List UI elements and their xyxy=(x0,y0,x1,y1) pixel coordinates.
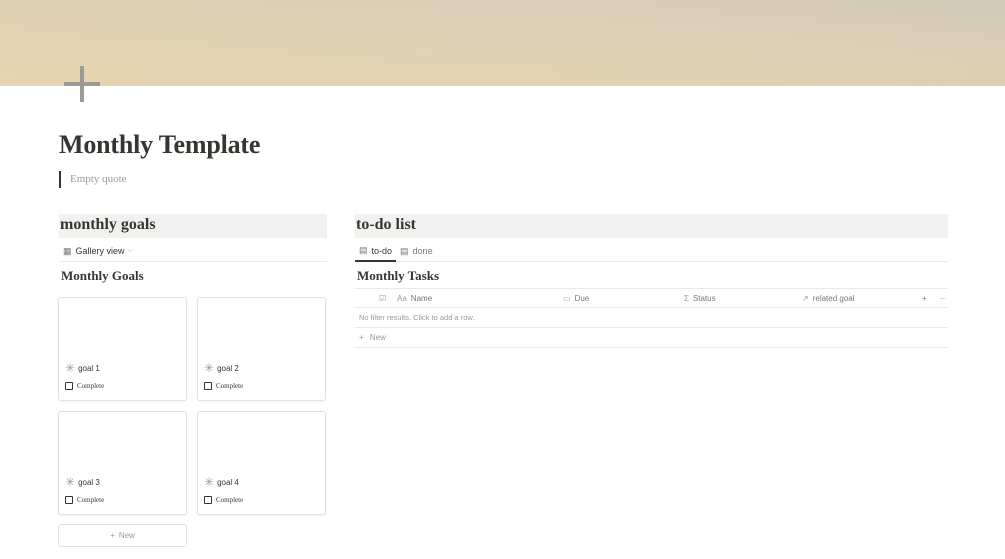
table-header: ☑ Aa Name ▭ Due Σ Status ↗ related goal … xyxy=(355,288,948,308)
monthly-goals-db-title[interactable]: Monthly Goals xyxy=(61,268,144,284)
text-type-icon: Aa xyxy=(397,294,407,303)
checkbox-label: Complete xyxy=(216,382,244,390)
checkbox[interactable] xyxy=(204,382,212,390)
tab-to-do[interactable]: ▤ to-do xyxy=(355,241,397,262)
new-row-button[interactable]: + New xyxy=(355,328,948,348)
gallery-view-bar: ▦ Gallery view ⌵ xyxy=(59,241,327,262)
checkbox[interactable] xyxy=(65,496,73,504)
gallery-view-tab[interactable]: ▦ Gallery view ⌵ xyxy=(59,241,137,262)
card-title: ✳ goal 1 xyxy=(65,361,100,375)
relation-icon: ↗ xyxy=(802,294,809,303)
quote-block[interactable]: Empty quote xyxy=(59,171,127,188)
plus-icon[interactable] xyxy=(64,66,100,102)
tab-label: to-do xyxy=(371,245,393,256)
plus-icon: + xyxy=(922,294,927,303)
card-name: goal 4 xyxy=(217,477,239,487)
page-title[interactable]: Monthly Template xyxy=(59,130,260,160)
ellipsis-icon: ·· xyxy=(940,294,946,303)
checkbox-label: Complete xyxy=(77,496,105,504)
card-title: ✳ goal 2 xyxy=(204,361,239,375)
table-icon: ▤ xyxy=(400,245,409,256)
new-card-label: New xyxy=(118,531,135,540)
plus-icon: + xyxy=(359,333,364,342)
gallery-grid-icon: ▦ xyxy=(63,245,72,256)
todo-view-tabs: ▤ to-do ▤ done xyxy=(355,241,948,262)
asterisk-icon: ✳ xyxy=(204,361,215,375)
empty-table-message[interactable]: No filter results. Click to add a row. xyxy=(355,308,948,328)
plus-icon-horizontal xyxy=(64,82,100,86)
card-name: goal 2 xyxy=(217,363,239,373)
plus-icon: + xyxy=(110,531,115,540)
new-row-label: New xyxy=(369,333,386,342)
checkbox[interactable] xyxy=(204,496,212,504)
checkbox-icon: ☑ xyxy=(379,294,387,303)
page-cover[interactable] xyxy=(0,0,1005,86)
monthly-goals-heading[interactable]: monthly goals xyxy=(59,214,327,238)
todo-list-heading[interactable]: to-do list xyxy=(355,214,948,238)
checkbox-label: Complete xyxy=(77,382,105,390)
calendar-icon: ▭ xyxy=(563,294,571,303)
column-status[interactable]: Σ Status xyxy=(684,289,716,308)
card-checkbox-property: Complete xyxy=(204,496,243,504)
column-label: related goal xyxy=(812,294,855,303)
card-title: ✳ goal 3 xyxy=(65,475,100,489)
monthly-tasks-db-title[interactable]: Monthly Tasks xyxy=(357,268,439,284)
gallery-card[interactable]: ✳ goal 3 Complete xyxy=(58,411,187,515)
tab-label: done xyxy=(412,246,433,256)
gallery-card[interactable]: ✳ goal 2 Complete xyxy=(197,297,326,401)
column-due[interactable]: ▭ Due xyxy=(563,289,589,308)
column-label: Due xyxy=(574,294,590,303)
asterisk-icon: ✳ xyxy=(204,475,215,489)
card-checkbox-property: Complete xyxy=(65,496,104,504)
checkbox[interactable] xyxy=(65,382,73,390)
card-checkbox-property: Complete xyxy=(65,382,104,390)
card-name: goal 3 xyxy=(78,477,100,487)
column-label: Status xyxy=(692,294,716,303)
table-icon: ▤ xyxy=(359,245,368,255)
card-title: ✳ goal 4 xyxy=(204,475,239,489)
gallery-card[interactable]: ✳ goal 1 Complete xyxy=(58,297,187,401)
tab-done[interactable]: ▤ done xyxy=(396,241,437,262)
quote-placeholder: Empty quote xyxy=(70,173,127,185)
add-column-button[interactable]: + xyxy=(922,289,927,308)
card-name: goal 1 xyxy=(78,363,100,373)
select-all-checkbox[interactable]: ☑ xyxy=(379,289,390,308)
new-card-button[interactable]: + New xyxy=(58,524,187,547)
checkbox-label: Complete xyxy=(216,496,244,504)
more-options-button[interactable]: ·· xyxy=(940,289,945,308)
column-related-goal[interactable]: ↗ related goal xyxy=(802,289,855,308)
gallery-view-label: Gallery view xyxy=(75,246,125,256)
gallery-card[interactable]: ✳ goal 4 Complete xyxy=(197,411,326,515)
column-name[interactable]: Aa Name xyxy=(397,289,432,308)
column-label: Name xyxy=(410,294,433,303)
formula-icon: Σ xyxy=(684,294,689,303)
asterisk-icon: ✳ xyxy=(65,361,76,375)
card-checkbox-property: Complete xyxy=(204,382,243,390)
chevron-down-icon: ⌵ xyxy=(127,247,133,254)
asterisk-icon: ✳ xyxy=(65,475,76,489)
